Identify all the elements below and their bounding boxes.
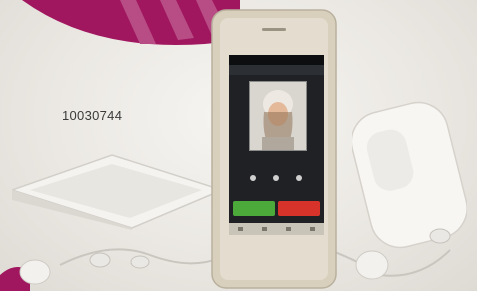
speaker-icon[interactable] — [296, 175, 303, 181]
mute-icon[interactable] — [249, 175, 256, 181]
nav-bar — [229, 223, 324, 235]
accessory-case — [352, 101, 467, 249]
search-icon[interactable] — [309, 227, 315, 231]
product-photo: 10030744 — [0, 0, 477, 291]
caller-photo — [249, 81, 307, 151]
back-icon[interactable] — [285, 227, 291, 231]
notification-bar — [229, 65, 324, 75]
product-code: 10030744 — [62, 108, 123, 123]
charging-dock — [12, 154, 222, 230]
home-icon[interactable] — [238, 227, 244, 231]
caller-portrait — [250, 82, 306, 150]
answer-button[interactable] — [233, 201, 275, 216]
decline-button[interactable] — [278, 201, 320, 216]
keypad-icon[interactable] — [272, 175, 279, 181]
menu-icon[interactable] — [262, 227, 268, 231]
status-bar — [229, 55, 324, 65]
phone-screen — [229, 55, 324, 235]
call-controls — [241, 175, 311, 185]
